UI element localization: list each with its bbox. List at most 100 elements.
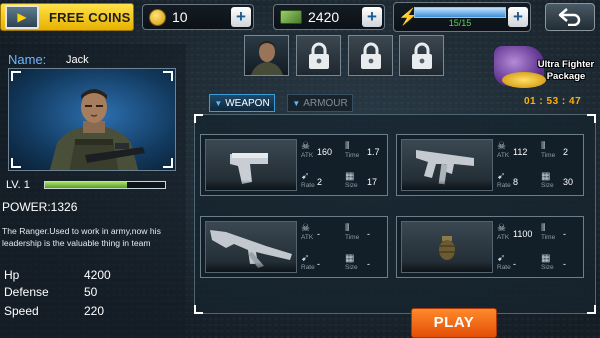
- atk-value: 1100: [513, 229, 533, 239]
- weapon-card-grenade[interactable]: ☠ ATK 1100 ⦀ Time - ➹ Rate - ▦ Size -: [396, 216, 584, 278]
- package-label-line1: Ultra Fighter: [537, 59, 595, 70]
- character-slot-locked-2[interactable]: [348, 35, 393, 76]
- coin-icon: [149, 8, 166, 26]
- rate-caption: Rate: [497, 264, 511, 271]
- back-button[interactable]: [545, 3, 595, 31]
- atk-caption: ATK: [497, 234, 510, 241]
- character-slot-locked-1[interactable]: [296, 35, 341, 76]
- weapon-card-pistol[interactable]: ☠ ATK 160 ⦀ Time 1.7 ➹ Rate 2 ▦ Size 17: [200, 134, 388, 196]
- time-stat: ⦀ Time: [345, 141, 359, 159]
- lock-icon: [308, 42, 329, 69]
- size-caption: Size: [541, 264, 554, 271]
- power-value: POWER:1326: [2, 200, 78, 214]
- weapon-image: [205, 221, 297, 273]
- add-cash-button[interactable]: +: [362, 7, 382, 27]
- rate-caption: Rate: [497, 182, 511, 189]
- size-value: -: [367, 259, 370, 269]
- weapon-card-rifle[interactable]: ☠ ATK - ⦀ Time - ➹ Rate - ▦ Size -: [200, 216, 388, 278]
- size-stat: ▦ Size: [345, 171, 358, 189]
- triangle-down-icon: ▼: [214, 98, 223, 108]
- ultra-fighter-package-button[interactable]: Ultra Fighter Package: [492, 46, 598, 92]
- magazine-icon: ▦: [541, 171, 551, 182]
- stat-label-hp: Hp: [4, 268, 20, 282]
- character-name: Jack: [66, 54, 89, 66]
- rate-caption: Rate: [301, 182, 315, 189]
- play-button[interactable]: PLAY: [411, 308, 497, 338]
- bullets-icon: ⦀: [345, 141, 350, 152]
- skull-icon: ☠: [301, 223, 310, 234]
- size-value: 30: [563, 177, 574, 187]
- skull-icon: ☠: [301, 141, 310, 152]
- size-caption: Size: [345, 264, 358, 271]
- free-coins-label: FREE COINS: [49, 9, 131, 25]
- cash-value: 2420: [308, 9, 340, 25]
- lock-icon: [360, 42, 381, 69]
- stat-label-speed: Speed: [4, 304, 39, 318]
- atk-value: -: [317, 229, 320, 239]
- atk-caption: ATK: [301, 234, 314, 241]
- cash-counter: 2420 +: [273, 4, 385, 30]
- tab-weapon[interactable]: ▼ WEAPON: [209, 94, 275, 112]
- rate-stat: ➹ Rate: [301, 253, 315, 271]
- size-value: -: [563, 259, 566, 269]
- tab-weapon-label: WEAPON: [225, 97, 270, 109]
- triangle-down-icon: ▼: [292, 98, 301, 108]
- rate-stat: ➹ Rate: [301, 171, 315, 189]
- energy-counter: ⚡ 15/15 +: [393, 2, 531, 32]
- tab-armour[interactable]: ▼ ARMOUR: [287, 94, 353, 112]
- time-value: -: [367, 229, 370, 239]
- energy-bar: [414, 7, 506, 18]
- size-stat: ▦ Size: [541, 253, 554, 271]
- atk-stat: ☠ ATK: [301, 141, 313, 159]
- character-portrait: [8, 68, 176, 171]
- weapon-image: [205, 139, 297, 191]
- time-value: 2: [563, 147, 569, 157]
- stat-value-speed: 220: [84, 304, 105, 318]
- atk-stat: ☠ ATK: [497, 141, 509, 159]
- grenade-icon: [439, 236, 455, 260]
- character-slot-jack[interactable]: [244, 35, 289, 76]
- coins-value: 10: [172, 9, 188, 25]
- rate-value: -: [513, 259, 516, 269]
- energy-value: 15/15: [448, 18, 472, 28]
- rate-stat: ➹ Rate: [497, 171, 511, 189]
- stat-value-defense: 50: [84, 285, 98, 299]
- size-caption: Size: [541, 182, 554, 189]
- time-stat: ⦀ Time: [541, 141, 555, 159]
- time-stat: ⦀ Time: [345, 223, 359, 241]
- package-label-line2: Package: [546, 71, 586, 82]
- rate-icon: ➹: [301, 253, 310, 264]
- character-slot-locked-3[interactable]: [399, 35, 444, 76]
- free-coins-button[interactable]: ▶ FREE COINS: [0, 3, 134, 31]
- rate-icon: ➹: [497, 171, 506, 182]
- pistol-icon: [230, 153, 268, 184]
- rate-icon: ➹: [301, 171, 310, 182]
- stat-label-defense: Defense: [4, 285, 49, 299]
- atk-caption: ATK: [301, 152, 314, 159]
- rate-value: -: [317, 259, 320, 269]
- size-value: 17: [367, 177, 378, 187]
- lock-icon: [411, 42, 432, 69]
- tab-armour-label: ARMOUR: [303, 97, 348, 109]
- time-caption: Time: [345, 152, 360, 159]
- bullets-icon: ⦀: [345, 223, 350, 234]
- rate-value: 2: [317, 177, 323, 187]
- rate-value: 8: [513, 177, 519, 187]
- rate-icon: ➹: [497, 253, 506, 264]
- add-energy-button[interactable]: +: [508, 7, 528, 27]
- atk-caption: ATK: [497, 152, 510, 159]
- weapon-card-smg[interactable]: ☠ ATK 112 ⦀ Time 2 ➹ Rate 8 ▦ Size 30: [396, 134, 584, 196]
- smg-icon: [416, 150, 474, 185]
- time-value: -: [563, 229, 566, 239]
- level-progress-fill: [45, 182, 127, 188]
- size-stat: ▦ Size: [541, 171, 554, 189]
- skull-icon: ☠: [497, 141, 506, 152]
- weapon-image: [401, 221, 493, 273]
- soldier-portrait-icon: [250, 40, 283, 75]
- time-caption: Time: [541, 234, 556, 241]
- skull-icon: ☠: [497, 223, 506, 234]
- package-label: Ultra Fighter Package: [534, 59, 598, 83]
- bullets-icon: ⦀: [541, 223, 546, 234]
- add-coins-button[interactable]: +: [231, 7, 251, 27]
- rate-stat: ➹ Rate: [497, 253, 511, 271]
